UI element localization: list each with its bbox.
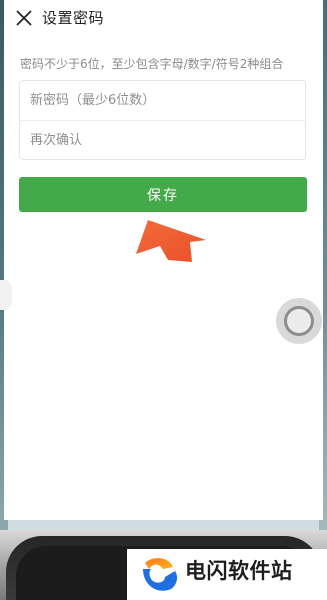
password-form — [19, 80, 306, 160]
assistive-touch-inner — [284, 306, 314, 336]
watermark: 电闪软件站 — [127, 549, 327, 600]
save-button[interactable]: 保存 — [19, 177, 307, 212]
confirm-password-input[interactable] — [20, 121, 305, 160]
side-handle[interactable] — [0, 280, 12, 310]
password-hint: 密码不少于6位，至少包含字母/数字/符号2种组合 — [20, 57, 284, 71]
header: 设置密码 — [4, 0, 323, 38]
page-title: 设置密码 — [42, 9, 105, 27]
close-icon[interactable] — [14, 8, 34, 28]
watermark-logo-icon — [143, 558, 178, 591]
assistive-touch-icon[interactable] — [276, 298, 322, 344]
watermark-text: 电闪软件站 — [185, 559, 293, 583]
arrow-up-icon — [136, 220, 206, 262]
new-password-input[interactable] — [20, 81, 305, 120]
